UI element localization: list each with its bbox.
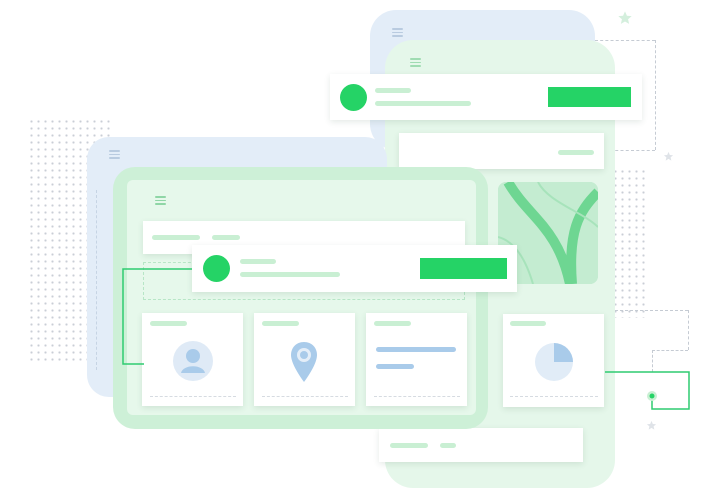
dashed-connector bbox=[655, 40, 656, 150]
star-icon bbox=[646, 420, 657, 430]
notification-line-1 bbox=[240, 259, 276, 264]
star-icon bbox=[663, 151, 674, 161]
notification-line-2 bbox=[375, 101, 471, 106]
text-card-line bbox=[376, 364, 414, 369]
card-divider bbox=[374, 396, 460, 397]
notification-avatar bbox=[203, 255, 230, 282]
menu-icon bbox=[410, 58, 421, 67]
notification-action-button[interactable] bbox=[548, 87, 631, 107]
connector-right bbox=[605, 371, 690, 410]
text-card-line bbox=[376, 347, 456, 352]
bottom-card-bar bbox=[390, 443, 428, 448]
dashed-connector bbox=[610, 310, 688, 311]
notification-action-button[interactable] bbox=[420, 258, 507, 279]
dashed-connector bbox=[652, 350, 688, 351]
field-bar bbox=[212, 235, 240, 240]
location-pin-icon bbox=[291, 342, 317, 382]
text-card bbox=[366, 313, 467, 406]
connector-left bbox=[122, 268, 192, 365]
dashed-connector bbox=[688, 310, 689, 350]
star-icon bbox=[618, 11, 632, 24]
card-divider bbox=[150, 396, 236, 397]
menu-icon bbox=[109, 150, 120, 159]
card-divider bbox=[262, 396, 348, 397]
bottom-card-bar bbox=[440, 443, 456, 448]
menu-icon bbox=[392, 28, 403, 37]
dashed-connector bbox=[610, 150, 655, 151]
phone-field-bar bbox=[558, 150, 594, 155]
field-bar bbox=[152, 235, 200, 240]
chart-card-title-bar bbox=[510, 321, 546, 326]
dashed-connector bbox=[96, 190, 97, 370]
notification-avatar bbox=[340, 84, 367, 111]
notification-line-2 bbox=[240, 272, 340, 277]
text-card-title-bar bbox=[374, 321, 411, 326]
menu-icon bbox=[155, 196, 166, 205]
card-divider bbox=[510, 396, 598, 397]
notification-line-1 bbox=[375, 88, 411, 93]
location-card-title-bar bbox=[262, 321, 299, 326]
pie-chart-icon bbox=[535, 343, 573, 381]
dashed-connector bbox=[595, 40, 655, 41]
